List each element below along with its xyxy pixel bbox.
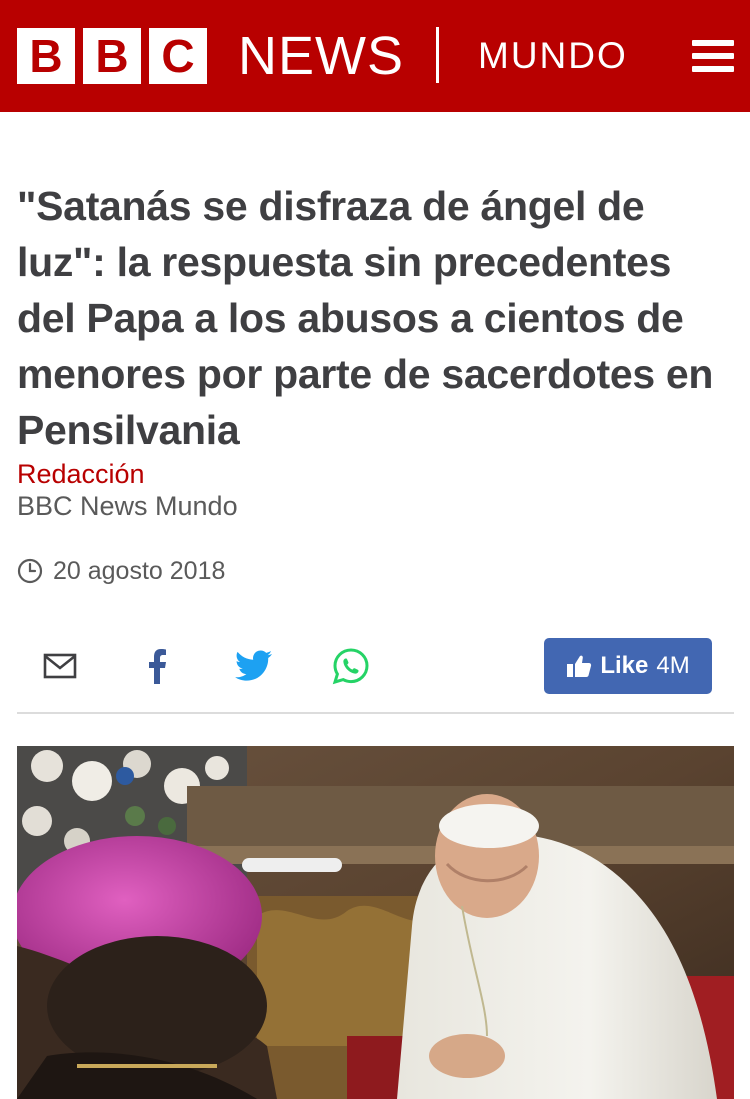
- hamburger-menu-icon[interactable]: [692, 40, 734, 74]
- email-icon[interactable]: [40, 646, 80, 686]
- article-photo: [17, 746, 734, 1099]
- bbc-logo-block-1: B: [17, 28, 75, 84]
- bbc-logo[interactable]: B B C: [17, 28, 207, 84]
- facebook-icon[interactable]: [137, 646, 177, 686]
- news-wordmark[interactable]: NEWS: [238, 28, 404, 84]
- byline-organization: BBC News Mundo: [17, 491, 238, 521]
- like-label: Like: [600, 652, 649, 679]
- site-header: B B C NEWS MUNDO: [0, 0, 750, 112]
- byline-author: Redacción: [17, 459, 145, 489]
- twitter-icon[interactable]: [234, 646, 274, 686]
- thumbs-up-icon: [567, 655, 592, 677]
- article-date: 20 agosto 2018: [17, 553, 225, 589]
- date-text: 20 agosto 2018: [53, 556, 226, 585]
- article-headline: "Satanás se disfraza de ángel de luz": l…: [17, 183, 714, 453]
- like-count: 4M: [656, 652, 690, 679]
- clock-icon: [17, 558, 43, 584]
- facebook-like-button[interactable]: Like 4M: [544, 638, 712, 694]
- bbc-logo-block-2: B: [83, 28, 141, 84]
- section-name[interactable]: MUNDO: [478, 36, 628, 76]
- bbc-logo-block-3: C: [149, 28, 207, 84]
- whatsapp-icon[interactable]: [331, 646, 371, 686]
- header-divider: [436, 27, 439, 83]
- share-bar-divider: [17, 712, 734, 714]
